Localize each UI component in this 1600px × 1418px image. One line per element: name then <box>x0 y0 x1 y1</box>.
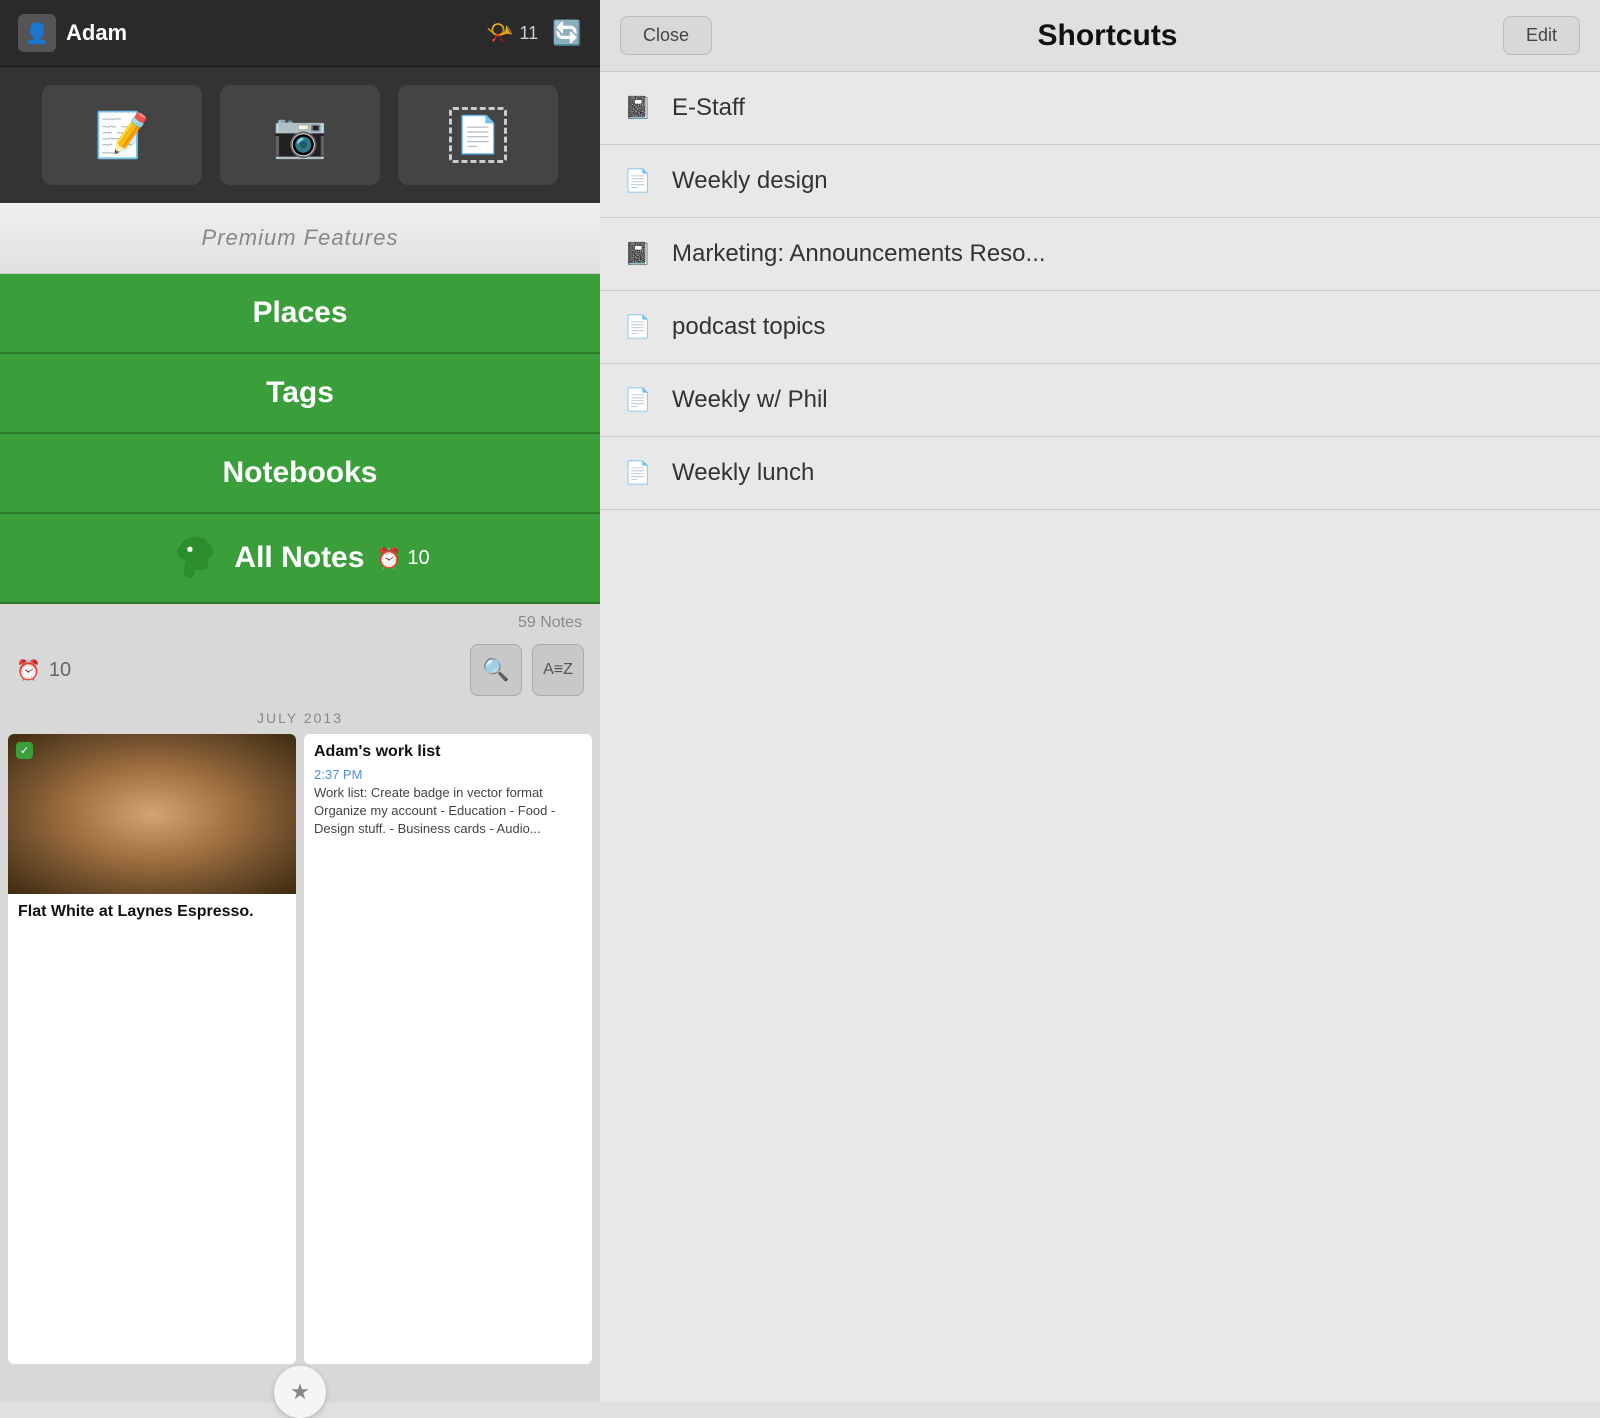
camera-button[interactable]: 📷 <box>220 85 380 185</box>
shortcut-item-4[interactable]: 📄 Weekly w/ Phil <box>600 364 1600 437</box>
avatar-icon: 👤 <box>25 21 50 46</box>
shortcut-label-4: Weekly w/ Phil <box>672 386 828 414</box>
right-panel: Close Shortcuts Edit 📓 E-Staff 📄 Weekly … <box>600 0 1600 1402</box>
search-button[interactable]: 🔍 <box>470 644 522 696</box>
notes-count: 59 Notes <box>0 604 600 636</box>
shortcut-item-2[interactable]: 📓 Marketing: Announcements Reso... <box>600 218 1600 291</box>
all-notes-label: All Notes <box>234 541 364 575</box>
shortcut-label-0: E-Staff <box>672 94 745 122</box>
notebooks-label: Notebooks <box>222 456 377 489</box>
left-panel: 👤 Adam 📯 11 🔄 📝 📷 📄 Premium Features Pla… <box>0 0 600 1402</box>
shortcut-label-1: Weekly design <box>672 167 828 195</box>
camera-icon: 📷 <box>273 109 328 161</box>
notes-action-buttons: 🔍 A≡Z <box>470 644 584 696</box>
new-note-icon: 📝 <box>95 109 150 161</box>
note-badge: ✓ <box>16 742 33 759</box>
app-header: 👤 Adam 📯 11 🔄 <box>0 0 600 67</box>
tags-nav-item[interactable]: Tags <box>0 354 600 434</box>
scan-icon: 📄 <box>449 107 508 163</box>
shortcut-item-1[interactable]: 📄 Weekly design <box>600 145 1600 218</box>
star-button[interactable]: ★ <box>274 1366 326 1418</box>
shortcut-label-2: Marketing: Announcements Reso... <box>672 240 1046 268</box>
shortcuts-list: 📓 E-Staff 📄 Weekly design 📓 Marketing: A… <box>600 72 1600 1402</box>
notebook-icon-0: 📓 <box>624 95 654 121</box>
reminder-icon: ⏰ <box>16 658 41 683</box>
date-group-header: JULY 2013 <box>0 702 600 734</box>
note-icon-5: 📄 <box>624 460 654 486</box>
coffee-latte-art <box>8 734 296 894</box>
shortcut-label-3: podcast topics <box>672 313 825 341</box>
evernote-logo-icon <box>170 532 222 584</box>
shortcuts-header: Close Shortcuts Edit <box>600 0 1600 72</box>
notebooks-nav-item[interactable]: Notebooks <box>0 434 600 514</box>
notes-toolbar: ⏰ 10 🔍 A≡Z <box>0 636 600 702</box>
shortcut-item-3[interactable]: 📄 podcast topics <box>600 291 1600 364</box>
reminder-count-badge: ⏰ 10 <box>16 658 71 683</box>
note-icon-3: 📄 <box>624 314 654 340</box>
close-button[interactable]: Close <box>620 16 712 55</box>
search-icon: 🔍 <box>482 657 509 683</box>
star-icon: ★ <box>290 1379 310 1405</box>
shortcut-item-5[interactable]: 📄 Weekly lunch <box>600 437 1600 510</box>
premium-banner[interactable]: Premium Features <box>0 203 600 274</box>
places-label: Places <box>252 296 347 329</box>
tags-label: Tags <box>266 376 334 409</box>
note-icon-4: 📄 <box>624 387 654 413</box>
note-image: ✓ <box>8 734 296 894</box>
reminder-clock-icon: ⏰ <box>376 546 401 571</box>
reminder-number: 10 <box>49 659 71 682</box>
notes-grid: ✓ Flat White at Laynes Espresso. Adam's … <box>0 734 600 1372</box>
premium-banner-label: Premium Features <box>202 225 399 250</box>
notification-area: 📯 11 <box>486 20 538 46</box>
edit-button[interactable]: Edit <box>1503 16 1580 55</box>
avatar: 👤 <box>18 14 56 52</box>
username: Adam <box>66 20 486 46</box>
sort-icon: A≡Z <box>543 661 573 679</box>
nav-menu: Places Tags Notebooks All Notes ⏰ 10 <box>0 274 600 604</box>
all-notes-reminder-count: 10 <box>407 547 429 570</box>
sort-button[interactable]: A≡Z <box>532 644 584 696</box>
note-icon-1: 📄 <box>624 168 654 194</box>
note-card-1[interactable]: ✓ Flat White at Laynes Espresso. <box>8 734 296 1364</box>
shortcut-item-0[interactable]: 📓 E-Staff <box>600 72 1600 145</box>
notification-count: 11 <box>519 23 538 44</box>
star-area: ★ <box>0 1372 600 1402</box>
notebook-icon-2: 📓 <box>624 241 654 267</box>
note-title-1: Flat White at Laynes Espresso. <box>8 894 296 927</box>
all-notes-reminder-badge: ⏰ 10 <box>376 546 429 571</box>
all-notes-nav-item[interactable]: All Notes ⏰ 10 <box>0 514 600 604</box>
shortcuts-title: Shortcuts <box>722 19 1493 53</box>
note-time-2: 2:37 PM <box>304 767 592 784</box>
scan-button[interactable]: 📄 <box>398 85 558 185</box>
notes-section: 59 Notes ⏰ 10 🔍 A≡Z JULY 2013 ✓ <box>0 604 600 1402</box>
places-nav-item[interactable]: Places <box>0 274 600 354</box>
note-card-2[interactable]: Adam's work list 2:37 PM Work list: Crea… <box>304 734 592 1364</box>
note-body-2: Work list: Create badge in vector format… <box>304 784 592 847</box>
sync-icon[interactable]: 🔄 <box>552 19 582 48</box>
edit-label: Edit <box>1526 25 1557 45</box>
notification-icon: 📯 <box>486 20 513 46</box>
new-note-button[interactable]: 📝 <box>42 85 202 185</box>
close-label: Close <box>643 25 689 45</box>
toolbar: 📝 📷 📄 <box>0 67 600 203</box>
header-actions: 📯 11 🔄 <box>486 19 582 48</box>
note-title-2: Adam's work list <box>304 734 592 767</box>
shortcut-label-5: Weekly lunch <box>672 459 814 487</box>
